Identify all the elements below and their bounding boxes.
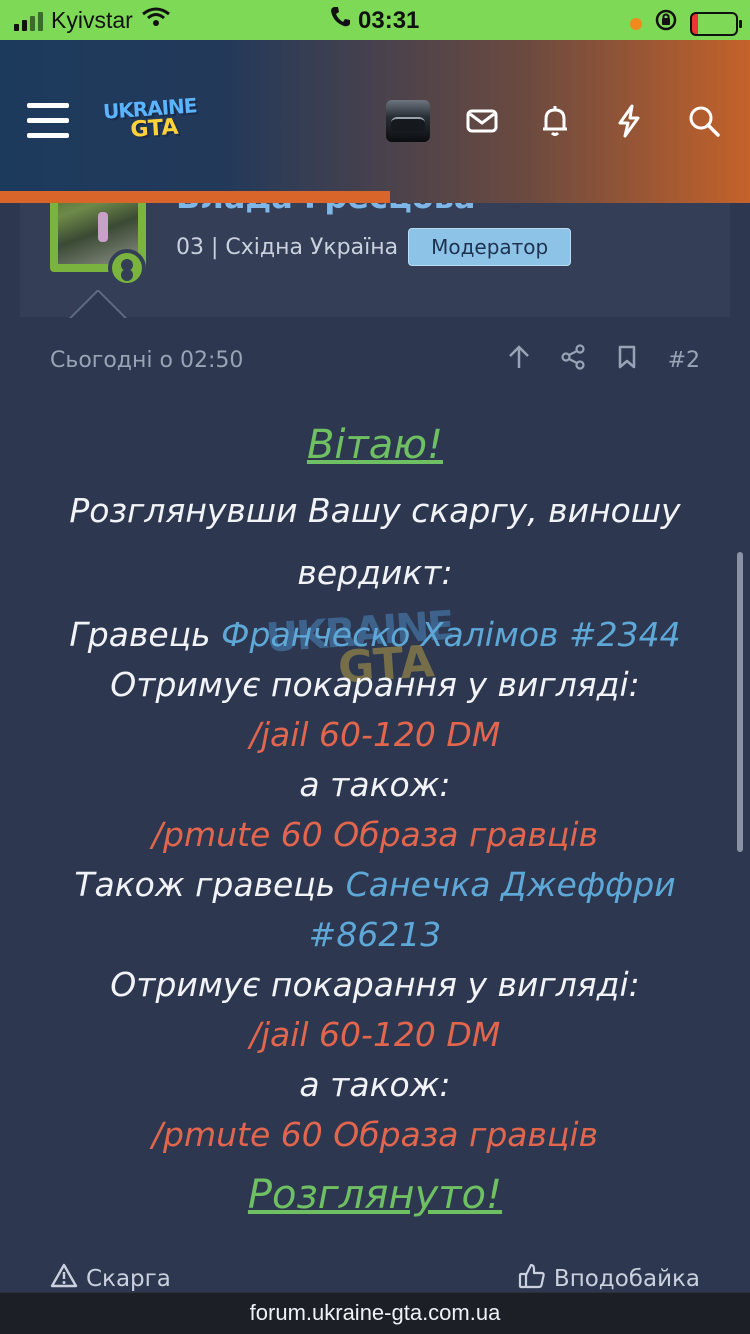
mute1-command: /pmute 60 Образа гравців (151, 815, 599, 854)
rotation-lock-icon (654, 8, 678, 39)
page-scrollbar[interactable] (737, 552, 743, 852)
user-avatar-button[interactable] (386, 100, 430, 142)
privacy-indicator-icon (630, 17, 642, 30)
bookmark-icon[interactable] (614, 344, 640, 376)
report-label: Скарга (86, 1266, 171, 1292)
intro-text: Розглянувши Вашу скаргу, виношу вердикт: (69, 491, 681, 592)
mute2-command: /pmute 60 Образа гравців (151, 1115, 599, 1154)
post-author-meta: 03 | Східна Україна Модератор (176, 228, 572, 266)
scroll-progress-bar (0, 191, 390, 203)
search-icon[interactable] (686, 103, 722, 139)
arrow-up-icon[interactable] (506, 344, 532, 376)
share-icon[interactable] (560, 344, 586, 376)
player2-line: Також гравець Санечка Джеффри #86213 (74, 865, 676, 954)
carrier-name: Kyivstar (51, 7, 133, 33)
jail2-command: /jail 60-120 DM (249, 1015, 501, 1054)
online-status-icon (108, 249, 146, 287)
post-number-link[interactable]: #2 (668, 348, 700, 373)
site-header: UKRAINE GTA (0, 40, 750, 203)
report-button[interactable]: Скарга (50, 1262, 171, 1296)
thumbs-up-icon (518, 1262, 546, 1296)
like-label: Вподобайка (553, 1266, 700, 1292)
status-bar: Kyivstar 03:31 (0, 0, 750, 40)
mail-icon[interactable] (464, 103, 500, 139)
punishment2-text: Отримує покарання у вигляді: (110, 965, 640, 1004)
cellular-signal-icon (14, 11, 43, 31)
also1-text: а також: (299, 765, 451, 804)
lightning-icon[interactable] (611, 103, 647, 139)
wifi-icon (141, 6, 171, 35)
jail1-command: /jail 60-120 DM (249, 715, 501, 754)
player2-name: Санечка Джеффри #86213 (308, 865, 676, 954)
closing-text: Розглянуто! (247, 1172, 503, 1218)
punishment1-text: Отримує покарання у вигляді: (110, 665, 640, 704)
menu-icon[interactable] (27, 103, 69, 139)
phone-call-icon (330, 6, 350, 35)
browser-url-bar[interactable]: forum.ukraine-gta.com.ua (0, 1292, 750, 1334)
also2-text: а також: (299, 1065, 451, 1104)
battery-icon (690, 11, 742, 36)
post-date[interactable]: Сьогодні о 02:50 (50, 348, 243, 373)
clock-time: 03:31 (358, 6, 420, 34)
author-location: 03 | Східна Україна (176, 234, 399, 260)
bell-icon[interactable] (537, 103, 573, 139)
player1-name: Франческо Халімов #2344 (221, 615, 681, 654)
greeting-text: Вітаю! (306, 422, 444, 468)
player1-line: Гравець Франческо Халімов #2344 (69, 615, 681, 654)
moderator-badge: Модератор (408, 228, 572, 266)
warning-icon (50, 1262, 78, 1296)
post-body: Вітаю! Розглянувши Вашу скаргу, виношу в… (40, 410, 710, 1230)
site-logo[interactable]: UKRAINE GTA (102, 92, 213, 151)
post-actions: #2 (506, 344, 700, 376)
like-button[interactable]: Вподобайка (518, 1262, 700, 1296)
